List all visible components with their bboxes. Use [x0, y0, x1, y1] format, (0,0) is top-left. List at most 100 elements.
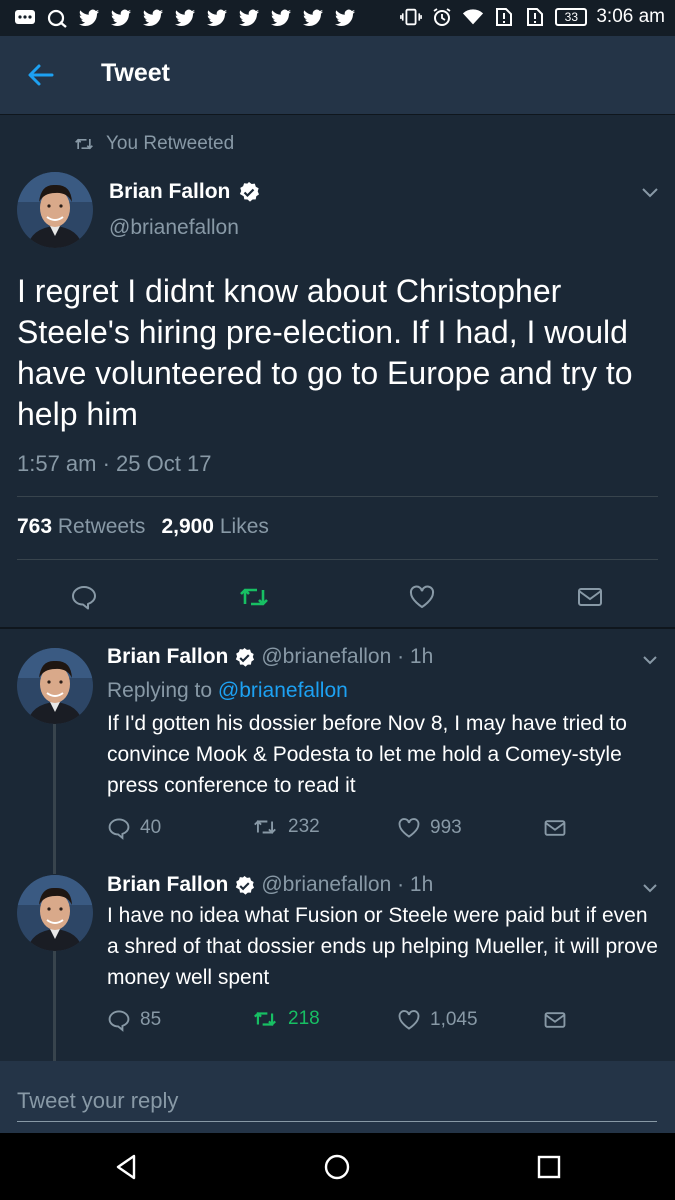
retweets-count: 763: [17, 515, 53, 538]
verified-badge-icon: [236, 647, 255, 667]
like-button[interactable]: 1,045: [397, 1008, 478, 1032]
author-name: Brian Fallon: [109, 180, 231, 203]
reply-count: 40: [140, 817, 162, 838]
reply-action-bar: 85 218 1,045: [107, 1008, 667, 1036]
avatar-image: [17, 172, 93, 248]
avatar[interactable]: [17, 648, 93, 724]
system-nav-bar: [0, 1133, 675, 1200]
tweet-timestamp: 1:57 am · 25 Oct 17: [17, 451, 212, 476]
divider: [17, 559, 658, 560]
retweet-context: You Retweeted: [74, 133, 234, 155]
author-name: Brian Fallon: [107, 645, 229, 668]
verified-badge-icon: [236, 875, 255, 895]
direct-message-icon: [544, 1012, 566, 1028]
direct-message-button[interactable]: [543, 816, 567, 840]
replying-prefix: Replying to: [107, 679, 213, 702]
direct-message-icon[interactable]: [576, 583, 604, 611]
main-tweet: You Retweeted Brian Fallon @brianefallon…: [0, 115, 675, 628]
notification-icons: [14, 8, 356, 28]
reply-icon: [108, 818, 130, 840]
system-icons: 33 3:06 am: [400, 6, 665, 28]
direct-message-icon: [544, 820, 566, 836]
tweet-stats: 763 Retweets 2,900 Likes: [17, 515, 269, 539]
likes-count: 2,900: [161, 515, 214, 538]
replying-to-link[interactable]: @brianefallon: [218, 679, 348, 702]
reply-count: 85: [140, 1009, 162, 1030]
nav-recents-icon[interactable]: [534, 1152, 564, 1182]
reply-text: If I'd gotten his dossier before Nov 8, …: [107, 712, 627, 797]
battery-icon: 33: [555, 8, 588, 26]
nav-home-icon[interactable]: [322, 1152, 352, 1182]
avatar-image: [17, 648, 93, 724]
twitter-icon: [206, 9, 228, 26]
twitter-icon: [174, 9, 196, 26]
reply-input[interactable]: [17, 1081, 657, 1122]
avatar[interactable]: [17, 172, 93, 248]
status-bar: 33 3:06 am: [0, 0, 675, 36]
avatar[interactable]: [17, 875, 93, 951]
chevron-down-icon[interactable]: [641, 654, 659, 666]
author-handle: @brianefallon: [109, 216, 239, 239]
reply-header[interactable]: Brian Fallon @brianefallon · 1h: [107, 645, 433, 669]
nav-back-icon[interactable]: [112, 1152, 142, 1182]
chevron-down-icon[interactable]: [641, 882, 659, 894]
like-count: 993: [430, 817, 462, 838]
sim-alert-icon: [496, 8, 513, 26]
retweet-icon: [254, 820, 276, 834]
verified-badge-icon: [240, 182, 260, 202]
back-arrow-icon[interactable]: [24, 58, 58, 92]
heart-icon: [398, 818, 420, 838]
twitter-icon: [270, 9, 292, 26]
thread-line: [53, 724, 56, 874]
twitter-icon: [238, 9, 260, 26]
vibrate-icon: [400, 8, 423, 26]
tweet-text: I regret I didnt know about Christopher …: [17, 273, 633, 432]
avatar-image: [17, 875, 93, 951]
likes-label: Likes: [219, 515, 269, 538]
retweet-label: You Retweeted: [106, 133, 235, 154]
reply-meta: @brianefallon · 1h: [261, 873, 434, 896]
reply-composer: [0, 1061, 675, 1133]
app-bar: Tweet: [0, 36, 675, 115]
likes-stat[interactable]: 2,900 Likes: [161, 515, 268, 539]
heart-icon[interactable]: [408, 583, 436, 611]
divider: [17, 496, 658, 497]
browser-icon: [47, 9, 67, 28]
replying-to: Replying to @brianefallon: [107, 679, 348, 703]
reply-meta: @brianefallon · 1h: [261, 645, 434, 668]
twitter-icon: [334, 9, 356, 26]
retweet-count: 218: [288, 1008, 320, 1029]
author-name: Brian Fallon: [107, 873, 229, 896]
reply-icon[interactable]: [70, 583, 98, 611]
retweet-icon: [75, 138, 93, 150]
retweet-button[interactable]: 218: [251, 1008, 320, 1030]
chevron-down-icon[interactable]: [640, 185, 660, 199]
twitter-icon: [78, 9, 100, 26]
replies-list: Brian Fallon @brianefallon · 1h Replying…: [0, 629, 675, 1061]
retweet-button[interactable]: 232: [251, 816, 320, 838]
alarm-icon: [433, 8, 451, 26]
reply-button[interactable]: 40: [107, 816, 161, 840]
retweets-label: Retweets: [57, 515, 146, 538]
messages-icon: [15, 10, 35, 24]
retweet-count: 232: [288, 816, 320, 837]
twitter-icon: [302, 9, 324, 26]
retweets-stat[interactable]: 763 Retweets: [17, 515, 145, 539]
twitter-icon: [142, 9, 164, 26]
reply-header[interactable]: Brian Fallon @brianefallon · 1h: [107, 873, 433, 897]
battery-level: 33: [564, 10, 579, 24]
reply-action-bar: 40 232 993: [107, 816, 667, 844]
author-name-row[interactable]: Brian Fallon: [109, 180, 260, 204]
heart-icon: [398, 1010, 420, 1030]
reply-text: I have no idea what Fusion or Steele wer…: [107, 904, 658, 989]
direct-message-button[interactable]: [543, 1008, 567, 1032]
retweet-icon[interactable]: [238, 583, 270, 611]
status-time: 3:06 am: [596, 6, 665, 27]
reply-button[interactable]: 85: [107, 1008, 161, 1032]
thread-line: [53, 951, 56, 1061]
twitter-icon: [110, 9, 132, 26]
sim-alert-icon: [527, 8, 544, 26]
like-count: 1,045: [430, 1009, 478, 1030]
reply-icon: [108, 1010, 130, 1032]
like-button[interactable]: 993: [397, 816, 462, 840]
